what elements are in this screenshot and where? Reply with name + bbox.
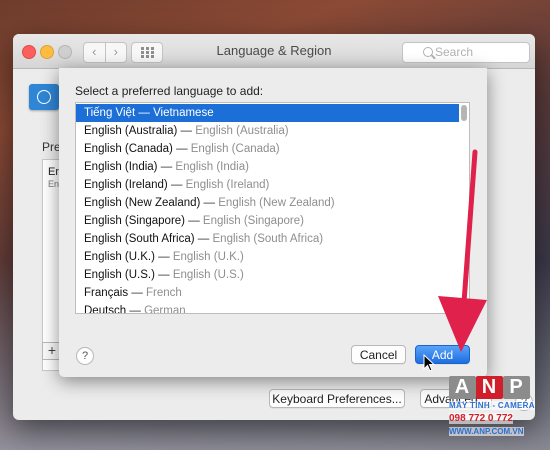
search-icon <box>423 47 433 57</box>
list-item[interactable]: Français — French <box>76 284 459 302</box>
separator: — <box>176 143 188 155</box>
language-native-name: Français <box>84 287 129 299</box>
search-field[interactable]: Search <box>402 42 530 63</box>
watermark-website: WWW.ANP.COM.VN <box>449 427 524 436</box>
separator: — <box>180 125 193 137</box>
keyboard-preferences-button[interactable]: Keyboard Preferences... <box>269 389 405 408</box>
language-english-name: English (Singapore) <box>202 215 304 227</box>
language-native-name: English (New Zealand) <box>84 197 201 209</box>
separator: — <box>158 251 170 263</box>
language-native-name: Deutsch <box>84 305 127 314</box>
language-native-name: English (Ireland) <box>84 179 168 191</box>
list-item[interactable]: English (South Africa) — English (South … <box>76 230 459 248</box>
watermark-letter-a: A <box>449 376 476 399</box>
language-native-name: English (U.S.) <box>84 269 155 281</box>
language-english-name: English (U.S.) <box>172 269 244 281</box>
list-item[interactable]: English (U.K.) — English (U.K.) <box>76 248 459 266</box>
list-item[interactable]: English (Ireland) — English (Ireland) <box>76 176 459 194</box>
language-english-name: English (Australia) <box>195 125 289 137</box>
language-native-name: English (South Africa) <box>84 233 195 245</box>
language-english-name: English (South Africa) <box>212 233 324 245</box>
separator: — <box>138 107 150 119</box>
list-item[interactable]: English (Canada) — English (Canada) <box>76 140 459 158</box>
list-item[interactable]: English (New Zealand) — English (New Zea… <box>76 194 459 212</box>
language-english-name: Vietnamese <box>153 107 214 119</box>
watermark-letter-n: N <box>476 376 503 399</box>
separator: — <box>188 215 200 227</box>
language-english-name: French <box>146 287 182 299</box>
sheet-prompt: Select a preferred language to add: <box>75 84 264 98</box>
separator: — <box>158 269 170 281</box>
scrollbar-thumb[interactable] <box>461 105 467 121</box>
language-english-name: English (Ireland) <box>185 179 270 191</box>
watermark-logo: ANP <box>449 376 530 399</box>
language-native-name: English (Australia) <box>84 125 178 137</box>
separator: — <box>203 197 216 209</box>
title-bar: ‹ › Language & Region Search <box>13 34 535 69</box>
watermark-tagline: MÁY TÍNH - CAMERA <box>449 401 535 410</box>
add-language-sheet: Select a preferred language to add: Tiến… <box>59 68 487 377</box>
list-item[interactable]: Deutsch — German <box>76 302 459 314</box>
mouse-cursor-icon <box>423 354 436 372</box>
un-flag-icon <box>29 84 59 110</box>
list-item[interactable]: English (India) — English (India) <box>76 158 459 176</box>
language-native-name: English (Singapore) <box>84 215 186 227</box>
separator: — <box>131 287 143 299</box>
watermark-letter-p: P <box>503 376 530 399</box>
separator: — <box>160 161 173 173</box>
language-english-name: English (Canada) <box>190 143 280 155</box>
list-item[interactable]: Tiếng Việt — Vietnamese <box>76 104 459 122</box>
watermark-phone: 098 772 0 772 <box>449 413 513 424</box>
preferred-languages-heading: Pre <box>42 140 61 154</box>
cancel-button[interactable]: Cancel <box>351 345 406 364</box>
list-item[interactable]: English (U.S.) — English (U.S.) <box>76 266 459 284</box>
language-english-name: English (New Zealand) <box>218 197 335 209</box>
language-english-name: English (India) <box>175 161 249 173</box>
list-item-sub: En <box>48 179 60 189</box>
separator: — <box>170 179 183 191</box>
anp-watermark: ANP MÁY TÍNH - CAMERA 098 772 0 772 WWW.… <box>445 376 550 450</box>
language-list[interactable]: Tiếng Việt — Vietnamese English (Australi… <box>75 102 470 314</box>
separator: — <box>129 305 141 314</box>
separator: — <box>197 233 210 245</box>
language-english-name: German <box>144 305 186 314</box>
language-native-name: English (U.K.) <box>84 251 155 263</box>
sheet-help-button[interactable]: ? <box>76 347 94 365</box>
list-item[interactable]: English (Australia) — English (Australia… <box>76 122 459 140</box>
language-native-name: Tiếng Việt <box>84 107 136 119</box>
search-placeholder: Search <box>435 45 474 59</box>
list-item[interactable]: English (Singapore) — English (Singapore… <box>76 212 459 230</box>
language-native-name: English (India) <box>84 161 158 173</box>
language-native-name: English (Canada) <box>84 143 173 155</box>
language-english-name: English (U.K.) <box>172 251 244 263</box>
